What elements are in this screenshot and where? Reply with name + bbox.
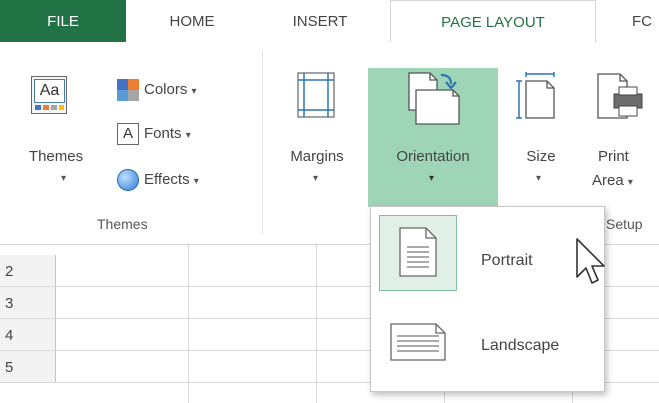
group-separator [262, 50, 263, 234]
print-area-label-line2: Area [592, 172, 624, 189]
ribbon-tab-bar: FILE HOME INSERT PAGE LAYOUT FC [0, 0, 659, 43]
colors-button[interactable]: Colors ▾ [117, 78, 197, 102]
fonts-caret: ▾ [185, 130, 191, 141]
margins-label: Margins [290, 148, 344, 165]
portrait-icon [399, 227, 437, 277]
row-header[interactable]: 4 [0, 319, 56, 350]
margins-icon [297, 72, 335, 118]
size-label: Size [526, 148, 556, 165]
tab-page-layout[interactable]: PAGE LAYOUT [390, 0, 596, 43]
setup-group-label: Setup [606, 216, 643, 232]
margins-caret: ▾ [313, 173, 319, 184]
tab-formulas[interactable]: FC [612, 0, 659, 42]
size-button[interactable]: Size ▾ [506, 42, 576, 187]
menu-item-landscape[interactable]: Landscape [377, 301, 597, 381]
colors-caret: ▾ [191, 86, 197, 97]
tab-insert[interactable]: INSERT [258, 0, 382, 42]
orientation-menu: Portrait Landscape [370, 206, 605, 392]
portrait-icon-box [379, 215, 457, 291]
size-caret: ▾ [536, 173, 542, 184]
colors-icon [117, 79, 139, 102]
effects-button[interactable]: Effects ▾ [117, 168, 199, 192]
print-area-button[interactable]: Print Area ▾ [584, 42, 659, 207]
themes-button[interactable]: Aa Themes ▾ [4, 42, 102, 187]
fonts-icon: A [117, 123, 139, 146]
orientation-caret: ▾ [429, 173, 435, 184]
fonts-button[interactable]: A Fonts ▾ [117, 122, 191, 146]
orientation-icon [408, 72, 460, 125]
orientation-button[interactable]: Orientation ▾ [368, 68, 498, 207]
mouse-cursor-icon [576, 238, 605, 284]
themes-group-label: Themes [97, 216, 148, 232]
themes-caret: ▾ [61, 173, 67, 184]
landscape-label: Landscape [481, 337, 560, 354]
effects-icon [117, 169, 139, 192]
row-header[interactable]: 2 [0, 255, 56, 286]
effects-label: Effects [144, 171, 190, 188]
print-area-caret: ▾ [627, 177, 633, 188]
print-area-icon [597, 73, 643, 119]
effects-caret: ▾ [193, 176, 199, 187]
landscape-icon [390, 323, 446, 361]
landscape-icon-box [379, 303, 457, 379]
tab-file[interactable]: FILE [0, 0, 126, 42]
colors-label: Colors [144, 81, 188, 98]
menu-item-portrait[interactable]: Portrait [377, 213, 597, 293]
themes-label: Themes [28, 148, 84, 165]
row-header[interactable]: 5 [0, 351, 56, 382]
orientation-label: Orientation [396, 148, 470, 165]
tab-home[interactable]: HOME [126, 0, 258, 42]
portrait-label: Portrait [481, 252, 533, 269]
row-header[interactable]: 3 [0, 287, 56, 318]
print-area-label-line1: Print [598, 148, 629, 165]
margins-button[interactable]: Margins ▾ [270, 42, 364, 187]
themes-icon: Aa [31, 76, 67, 114]
themes-icon-text: Aa [34, 79, 65, 103]
size-icon [516, 72, 555, 119]
fonts-label: Fonts [144, 125, 182, 142]
